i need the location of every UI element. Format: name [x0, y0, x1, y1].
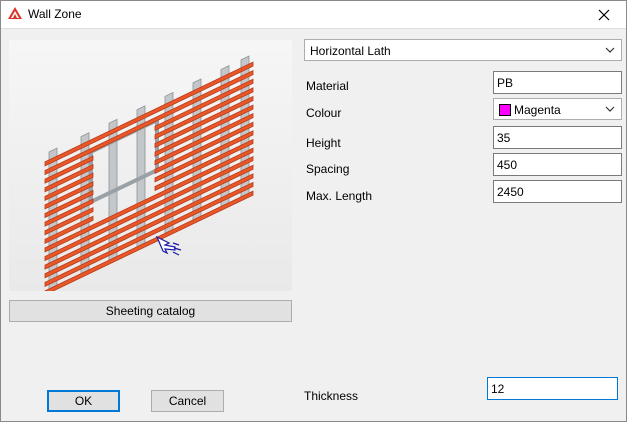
colour-value: Magenta: [514, 103, 561, 117]
app-logo-icon: [8, 7, 22, 19]
zone-type-value: Horizontal Lath: [310, 44, 391, 58]
move-cursor-icon: [155, 235, 182, 256]
wall-frame-illustration: [44, 55, 254, 296]
spacing-label: Spacing: [306, 162, 350, 176]
colour-label: Colour: [306, 106, 342, 120]
material-input[interactable]: [493, 71, 622, 94]
zone-type-dropdown[interactable]: Horizontal Lath: [304, 39, 622, 61]
window-title: Wall Zone: [28, 7, 82, 21]
colour-swatch: [499, 104, 511, 116]
height-label: Height: [306, 136, 341, 150]
spacing-input[interactable]: [493, 153, 622, 176]
wall-zone-dialog: Wall Zone Sheeting catalog Horizontal La: [0, 0, 627, 422]
thickness-label: Thickness: [304, 389, 359, 403]
height-input[interactable]: [493, 126, 622, 149]
cancel-button[interactable]: Cancel: [151, 390, 224, 412]
close-button[interactable]: [582, 1, 626, 28]
thickness-input[interactable]: [487, 377, 618, 400]
title-bar: Wall Zone: [1, 1, 626, 29]
horizontal-lath: [44, 190, 254, 296]
max-length-input[interactable]: [493, 180, 622, 203]
chevron-down-icon: [605, 106, 615, 112]
chevron-down-icon: [605, 47, 615, 53]
ok-button[interactable]: OK: [47, 390, 120, 412]
wall-preview-image: [9, 40, 292, 296]
close-icon: [598, 9, 610, 20]
material-label: Material: [306, 79, 349, 93]
sheeting-catalog-button[interactable]: Sheeting catalog: [9, 300, 292, 322]
max-length-label: Max. Length: [306, 189, 373, 203]
colour-dropdown[interactable]: Magenta: [493, 98, 622, 120]
